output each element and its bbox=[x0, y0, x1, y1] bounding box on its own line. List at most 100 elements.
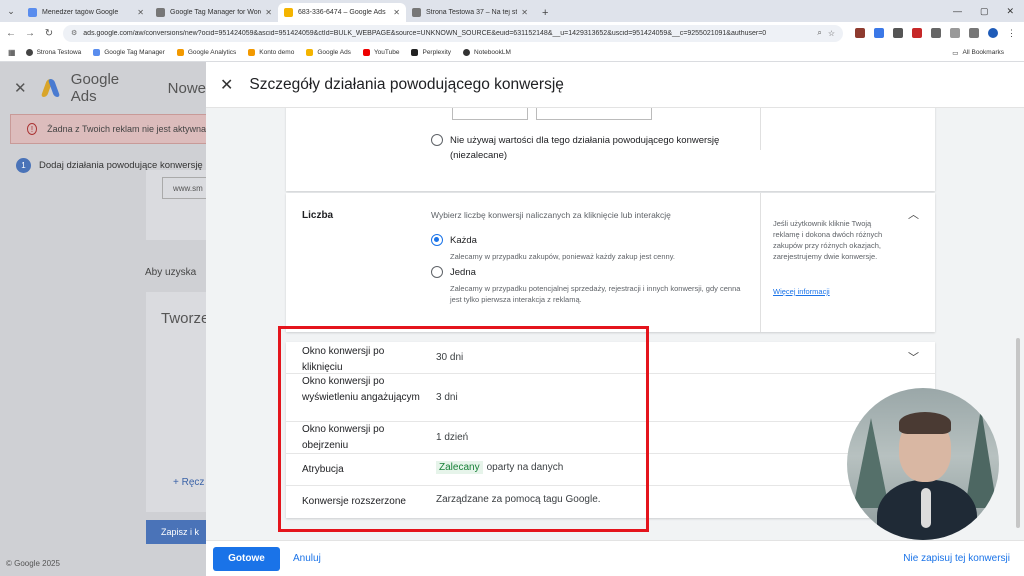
bookmark-label: YouTube bbox=[373, 49, 400, 56]
bookmark-star-icon[interactable]: ☆ bbox=[828, 29, 835, 38]
close-tab-icon[interactable]: ✕ bbox=[265, 8, 272, 17]
bookmark-item[interactable]: Konto demo bbox=[248, 49, 294, 56]
panel-header: ✕ Szczegóły działania powodującego konwe… bbox=[206, 62, 1024, 108]
count-help-text: Jeśli użytkownik kliknie Twoją reklamę i… bbox=[773, 219, 883, 261]
apps-icon[interactable]: ▦ bbox=[8, 48, 16, 57]
tree-shape bbox=[853, 418, 889, 508]
back-icon[interactable]: ← bbox=[3, 28, 19, 39]
close-panel-icon[interactable]: ✕ bbox=[220, 75, 233, 95]
extensions-area: ⋮ bbox=[855, 28, 1016, 39]
close-icon: ✕ bbox=[14, 80, 27, 97]
copyright: © Google 2025 bbox=[6, 559, 60, 568]
scrollbar[interactable] bbox=[1016, 338, 1020, 528]
page-title: Nowe bbox=[167, 79, 206, 97]
currency-select[interactable] bbox=[536, 108, 652, 120]
no-value-label: Nie używaj wartości dla tego działania p… bbox=[450, 135, 720, 161]
learn-more-link[interactable]: Więcej informacji bbox=[773, 287, 830, 296]
url-input: www.sm bbox=[162, 177, 206, 199]
minimize-icon[interactable]: — bbox=[953, 6, 962, 16]
browser-tab-bar: ⌄ Menedżer tagów Google ✕ Google Tag Man… bbox=[0, 0, 1024, 22]
perplexity-icon bbox=[411, 49, 419, 56]
option-label: Jedna bbox=[450, 267, 476, 278]
bookmark-item[interactable]: Google Analytics bbox=[176, 49, 236, 56]
gtm-favicon-icon bbox=[28, 8, 37, 17]
sidebar-icon[interactable] bbox=[969, 28, 979, 38]
chevron-down-icon[interactable]: ﹀ bbox=[908, 349, 919, 365]
extension-icon[interactable] bbox=[912, 28, 922, 38]
presenter-hair bbox=[899, 412, 951, 434]
address-bar[interactable]: ⚙ ads.google.com/aw/conversions/new?ocid… bbox=[63, 24, 843, 42]
close-tab-icon[interactable]: ✕ bbox=[137, 8, 144, 17]
value-input[interactable] bbox=[452, 108, 528, 120]
count-option-every[interactable]: Każda Zalecamy w przypadku zakupów, poni… bbox=[431, 233, 751, 262]
no-value-option[interactable]: Nie używaj wartości dla tego działania p… bbox=[431, 133, 741, 163]
all-bookmarks[interactable]: ▭ All Bookmarks bbox=[952, 49, 1004, 57]
tab-title: Menedżer tagów Google bbox=[42, 9, 119, 16]
google-ads-logo-icon bbox=[40, 79, 60, 97]
dont-save-button[interactable]: Nie zapisuj tej konwersji bbox=[903, 553, 1010, 564]
site-info-icon[interactable]: ⚙ bbox=[71, 29, 77, 37]
divider bbox=[760, 193, 761, 332]
webcam-overlay bbox=[847, 388, 999, 540]
notebooklm-icon bbox=[463, 49, 471, 56]
cancel-button[interactable]: Anuluj bbox=[293, 553, 321, 564]
browser-toolbar: ← → ↻ ⚙ ads.google.com/aw/conversions/ne… bbox=[0, 22, 1024, 44]
tab-title: Strona Testowa 37 – Na tej stronie bbox=[426, 9, 517, 16]
tab-strona-testowa[interactable]: Strona Testowa 37 – Na tej stronie ✕ bbox=[406, 3, 534, 22]
bookmark-item[interactable]: NotebookLM bbox=[463, 49, 511, 56]
zoom-icon[interactable]: ⌕ bbox=[817, 28, 821, 38]
address-text: ads.google.com/aw/conversions/new?ocid=9… bbox=[83, 29, 767, 37]
close-window-icon[interactable]: ✕ bbox=[1006, 6, 1014, 17]
analytics-icon bbox=[176, 49, 184, 56]
profile-avatar-icon[interactable] bbox=[988, 28, 998, 38]
tab-search-icon[interactable]: ⌄ bbox=[0, 0, 22, 22]
new-tab-icon[interactable]: + bbox=[534, 3, 556, 22]
extension-icon[interactable] bbox=[874, 28, 884, 38]
bookmark-label: Google Ads bbox=[317, 49, 351, 56]
gtm-icon bbox=[93, 49, 101, 56]
background-page: ✕ Google Ads Nowe ! Żadna z Twoich rekla… bbox=[0, 62, 210, 576]
tab-google-ads[interactable]: 683-336-6474 – Google Ads ✕ bbox=[278, 3, 406, 22]
bookmark-item[interactable]: YouTube bbox=[362, 49, 400, 56]
radio-button[interactable] bbox=[431, 266, 443, 278]
bookmark-label: Perplexity bbox=[422, 49, 452, 56]
window-controls: — ▢ ✕ bbox=[953, 0, 1024, 22]
bookmark-item[interactable]: Google Ads bbox=[306, 49, 351, 56]
analytics-icon bbox=[248, 49, 256, 56]
alert-text: Żadna z Twoich reklam nie jest aktywna bbox=[47, 124, 206, 134]
tab-gtm[interactable]: Menedżer tagów Google ✕ bbox=[22, 3, 150, 22]
card-title: Tworze bbox=[161, 310, 210, 327]
divider bbox=[760, 108, 761, 150]
option-description: Zalecamy w przypadku potencjalnej sprzed… bbox=[450, 284, 741, 304]
bookmark-item[interactable]: Perplexity bbox=[411, 49, 451, 56]
alert-banner: ! Żadna z Twoich reklam nie jest aktywna bbox=[10, 114, 206, 144]
bookmark-label: Konto demo bbox=[259, 49, 295, 56]
tree-shape bbox=[965, 408, 997, 508]
maximize-icon[interactable]: ▢ bbox=[980, 6, 989, 17]
more-menu-icon[interactable]: ⋮ bbox=[1007, 28, 1016, 39]
all-bookmarks-label: All Bookmarks bbox=[962, 49, 1004, 56]
radio-button[interactable] bbox=[431, 134, 443, 146]
radio-button-selected[interactable] bbox=[431, 234, 443, 246]
tab-gtm-wordpress[interactable]: Google Tag Manager for WordPress ✕ bbox=[150, 3, 278, 22]
extension-icon[interactable] bbox=[855, 28, 865, 38]
bookmark-label: NotebookLM bbox=[474, 49, 511, 56]
globe-icon bbox=[25, 49, 33, 56]
option-label: Każda bbox=[450, 235, 477, 246]
count-option-one[interactable]: Jedna Zalecamy w przypadku potencjalnej … bbox=[431, 265, 751, 305]
extension-icon[interactable] bbox=[931, 28, 941, 38]
forward-icon[interactable]: → bbox=[22, 28, 38, 39]
globe-favicon-icon bbox=[156, 8, 165, 17]
close-tab-icon[interactable]: ✕ bbox=[393, 8, 400, 17]
bookmark-item[interactable]: Google Tag Manager bbox=[93, 49, 165, 56]
chevron-up-icon[interactable]: ︿ bbox=[908, 206, 919, 222]
close-tab-icon[interactable]: ✕ bbox=[521, 8, 528, 17]
step-number: 1 bbox=[16, 158, 31, 173]
reload-icon[interactable]: ↻ bbox=[41, 28, 57, 39]
extension-icon[interactable] bbox=[893, 28, 903, 38]
done-button[interactable]: Gotowe bbox=[213, 546, 280, 571]
extensions-puzzle-icon[interactable] bbox=[950, 28, 960, 38]
bookmark-item[interactable]: Strona Testowa bbox=[25, 49, 81, 56]
panel-footer: Gotowe Anuluj Nie zapisuj tej konwersji bbox=[206, 540, 1024, 576]
globe-favicon-icon bbox=[412, 8, 421, 17]
